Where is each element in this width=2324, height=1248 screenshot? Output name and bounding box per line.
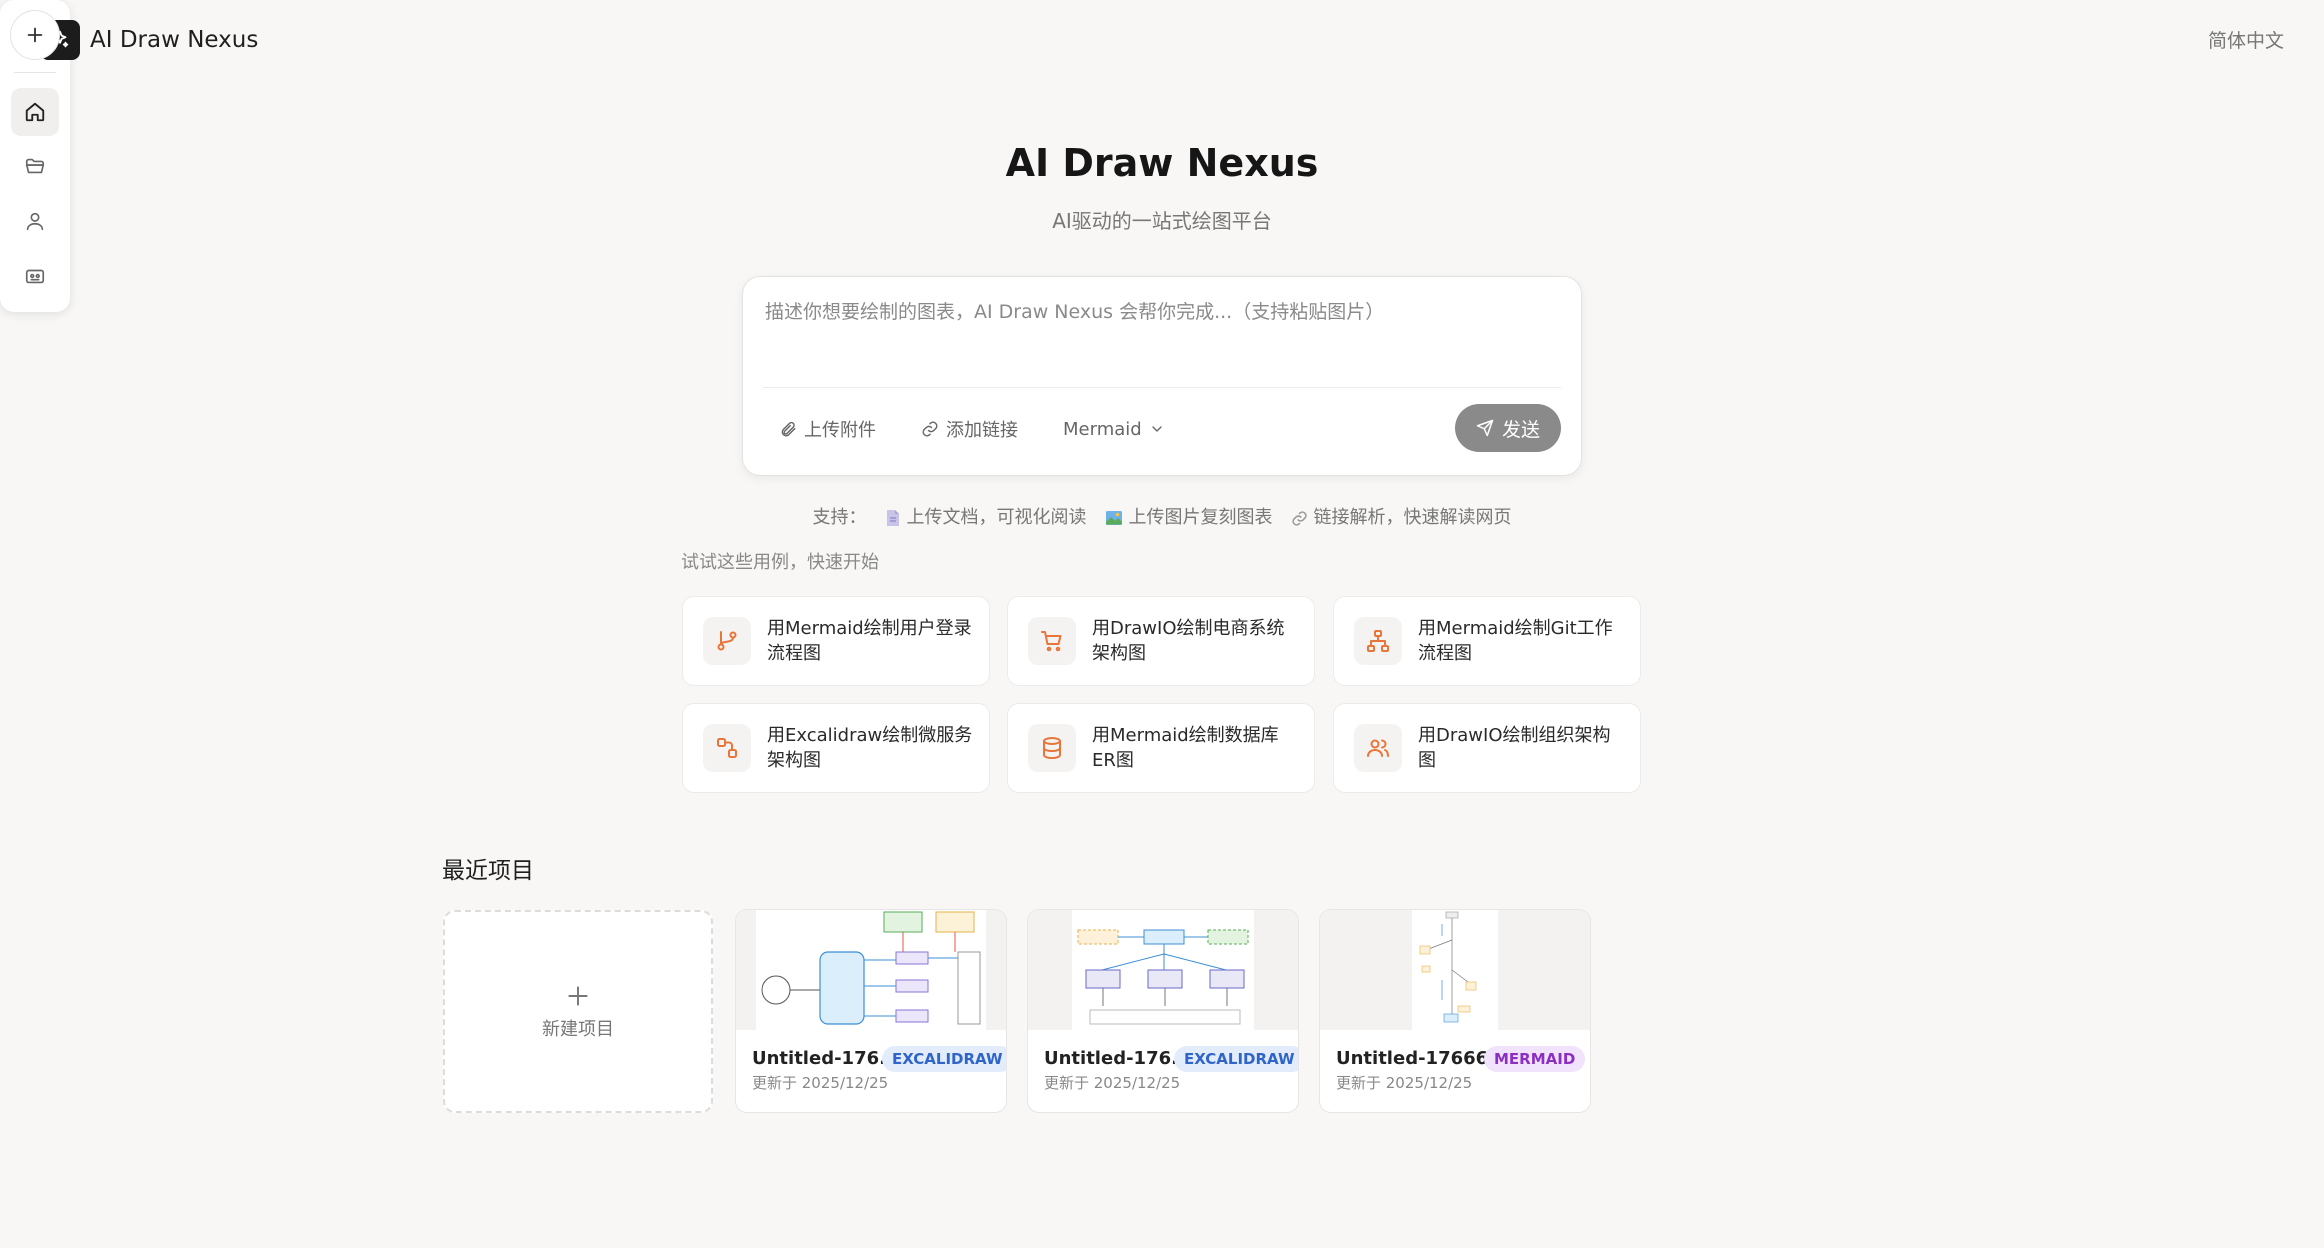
support-info: 支持： 上传文档，可视化阅读 上传图片复刻图表 链接解析，快速解读网页 [0, 504, 2324, 532]
project-card[interactable]: Untitled-17666... MERMAID 更新于 2025/12/25 [1319, 909, 1591, 1113]
paperclip-icon [781, 421, 796, 437]
prompt-divider [763, 387, 1561, 388]
hierarchy-icon [1367, 630, 1389, 652]
example-card[interactable]: 用Mermaid绘制数据库ER图 [1007, 703, 1315, 793]
example-card[interactable]: 用DrawIO绘制组织架构图 [1333, 703, 1641, 793]
page-subtitle: AI驱动的一站式绘图平台 [1052, 209, 1272, 233]
engine-select-value: Mermaid [1063, 418, 1142, 440]
example-text: 用Mermaid绘制数据库ER图 [1092, 725, 1279, 771]
examples-label: 试试这些用例，快速开始 [681, 552, 879, 573]
project-card[interactable]: Untitled-176... EXCALIDRAW 更新于 2025/12/2… [1027, 909, 1299, 1113]
sidebar-new-button[interactable] [10, 10, 60, 60]
example-text: 用DrawIO绘制电商系统架构图 [1092, 618, 1285, 664]
link-icon [922, 421, 938, 437]
example-text: 用Mermaid绘制用户登录流程图 [767, 618, 972, 664]
support-item-link: 链接解析，快速解读网页 [1291, 504, 1512, 532]
project-thumbnail [1028, 910, 1298, 1030]
example-text: 用DrawIO绘制组织架构图 [1418, 725, 1611, 771]
project-thumbnail [736, 910, 1006, 1030]
add-link-label: 添加链接 [946, 420, 1018, 441]
sidebar-item-home[interactable] [11, 88, 59, 136]
example-card[interactable]: 用DrawIO绘制电商系统架构图 [1007, 596, 1315, 686]
upload-attachment-button[interactable]: 上传附件 [779, 411, 876, 447]
project-thumbnail [1320, 910, 1590, 1030]
language-switcher[interactable]: 简体中文 [2208, 28, 2284, 54]
project-name: Untitled-176... [1044, 1048, 1192, 1069]
sidebar-divider [14, 72, 56, 73]
example-card[interactable]: 用Mermaid绘制Git工作流程图 [1333, 596, 1641, 686]
project-updated: 更新于 2025/12/25 [752, 1074, 889, 1092]
document-icon [886, 510, 899, 526]
project-card[interactable]: Untitled-176... EXCALIDRAW 更新于 2025/12/2… [735, 909, 1007, 1113]
example-card[interactable]: 用Excalidraw绘制微服务架构图 [682, 703, 990, 793]
add-link-button[interactable]: 添加链接 [921, 411, 1018, 447]
project-name: Untitled-176... [752, 1048, 900, 1069]
support-item-image: 上传图片复刻图表 [1105, 504, 1273, 532]
project-type-badge: EXCALIDRAW [1174, 1046, 1298, 1072]
recent-projects-title: 最近项目 [442, 858, 534, 884]
send-icon [1476, 419, 1494, 437]
diagram-preview [1072, 910, 1254, 1030]
project-type-badge: MERMAID [1484, 1046, 1586, 1072]
new-project-label: 新建项目 [542, 1018, 614, 1040]
diagram-preview [1412, 910, 1498, 1030]
plus-icon [568, 985, 588, 1006]
upload-attachment-label: 上传附件 [804, 420, 876, 441]
home-icon [25, 102, 45, 122]
plus-icon [27, 27, 43, 43]
example-text: 用Excalidraw绘制微服务架构图 [767, 725, 973, 771]
robot-icon [25, 269, 45, 284]
sidebar-item-models[interactable] [11, 252, 59, 300]
picture-icon [1105, 511, 1122, 525]
project-type-badge: EXCALIDRAW [882, 1046, 1006, 1072]
workflow-icon [717, 738, 737, 758]
database-icon [1043, 737, 1061, 759]
engine-select[interactable]: Mermaid [1063, 411, 1165, 447]
prompt-box: 上传附件 添加链接 Mermaid 发送 [742, 276, 1582, 476]
new-project-card[interactable]: 新建项目 [443, 910, 713, 1113]
project-updated: 更新于 2025/12/25 [1044, 1074, 1181, 1092]
app-name[interactable]: AI Draw Nexus [90, 25, 258, 55]
support-label: 支持： [812, 507, 867, 528]
project-name: Untitled-17666... [1336, 1048, 1509, 1069]
support-item-document: 上传文档，可视化阅读 [885, 504, 1087, 532]
users-icon [1367, 739, 1389, 757]
chevron-down-icon [1152, 426, 1162, 432]
example-text: 用Mermaid绘制Git工作流程图 [1418, 618, 1613, 664]
git-branch-icon [717, 631, 737, 651]
cart-icon [1041, 631, 1062, 652]
send-button[interactable]: 发送 [1455, 404, 1561, 452]
send-label: 发送 [1501, 418, 1540, 441]
example-card[interactable]: 用Mermaid绘制用户登录流程图 [682, 596, 990, 686]
page-title: AI Draw Nexus [1005, 141, 1319, 185]
diagram-preview [756, 910, 986, 1030]
link-icon [1291, 510, 1307, 526]
prompt-input[interactable] [763, 295, 1562, 389]
project-updated: 更新于 2025/12/25 [1336, 1074, 1473, 1092]
